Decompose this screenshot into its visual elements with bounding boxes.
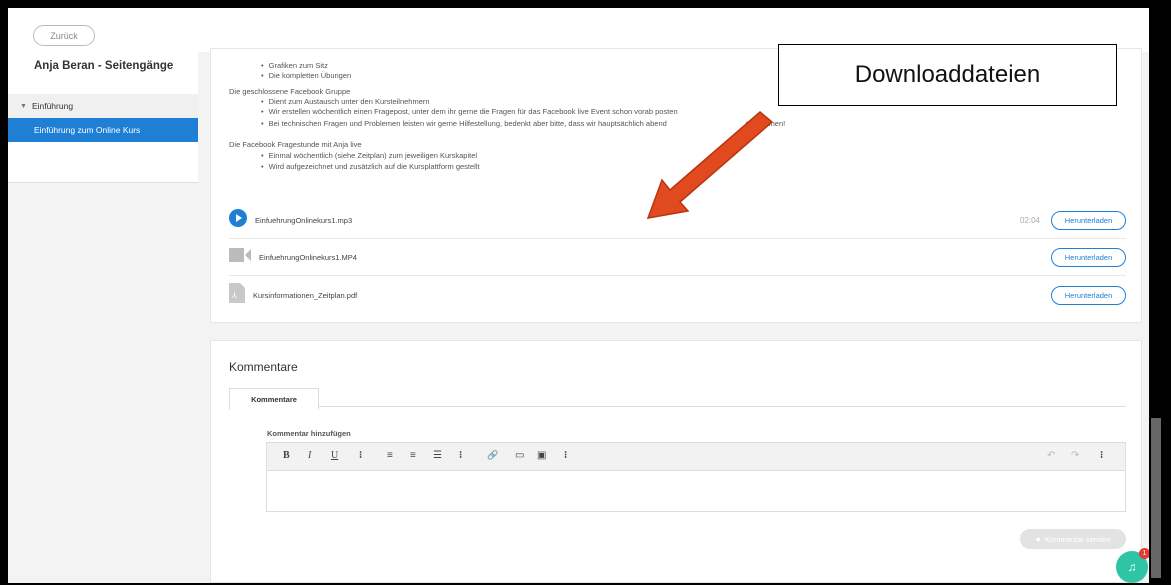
add-comment-label: Kommentar hinzufügen bbox=[267, 429, 351, 438]
scrollbar-thumb[interactable] bbox=[1151, 418, 1161, 578]
file-name: Kursinformationen_Zeitplan.pdf bbox=[253, 290, 358, 300]
list-item: Dient zum Austausch unter den Kursteilne… bbox=[261, 97, 430, 106]
svg-text:⅄: ⅄ bbox=[231, 291, 237, 300]
file-name: EinfuehrungOnlinekurs1.MP4 bbox=[259, 253, 357, 262]
comment-editor[interactable]: B I U ⁝ ≡ ≡ ☰ ⁝ 🔗 ▭ ▣ ⁝ ↶ ↷ ⁝ bbox=[266, 442, 1126, 512]
more-icon[interactable]: ⁝ bbox=[459, 450, 462, 461]
send-comment-label: Kommentar senden bbox=[1044, 534, 1111, 544]
comments-card: Kommentare Kommentare Kommentar hinzufüg… bbox=[210, 340, 1142, 583]
group-heading: Die geschlossene Facebook Gruppe bbox=[229, 87, 351, 96]
audio-play-icon[interactable] bbox=[229, 209, 247, 232]
align-left-icon[interactable]: ≡ bbox=[387, 450, 393, 461]
underline-icon[interactable]: U bbox=[331, 450, 338, 461]
list-item: Bei technischen Fragen und Problemen lei… bbox=[261, 119, 667, 128]
image-icon[interactable]: ▭ bbox=[515, 450, 524, 461]
bell-icon: ♫ bbox=[1127, 560, 1137, 574]
undo-icon[interactable]: ↶ bbox=[1047, 450, 1055, 461]
more-icon[interactable]: ⁝ bbox=[1100, 450, 1103, 461]
align-center-icon[interactable]: ≡ bbox=[410, 450, 416, 461]
bold-icon[interactable]: B bbox=[283, 450, 290, 461]
send-comment-button[interactable]: ● Kommentar senden bbox=[1020, 529, 1126, 549]
file-row: ⅄ Kursinformationen_Zeitplan.pdf Herunte… bbox=[229, 277, 1126, 313]
download-button[interactable]: Herunterladen bbox=[1051, 285, 1126, 305]
list-item: Die kompletten Übungen bbox=[261, 71, 352, 80]
more-icon[interactable]: ⁝ bbox=[359, 450, 362, 461]
sidebar-item-lesson[interactable]: Einführung zum Online Kurs bbox=[8, 118, 198, 142]
sidebar-section-label: Einführung bbox=[31, 101, 74, 111]
italic-icon[interactable]: I bbox=[308, 450, 311, 461]
pdf-icon: ⅄ bbox=[229, 282, 245, 308]
video-icon bbox=[229, 247, 251, 268]
camera-icon[interactable]: ▣ bbox=[537, 450, 546, 461]
live-heading: Die Facebook Fragestunde mit Anja live bbox=[229, 140, 362, 149]
course-title: Anja Beran - Seitengänge bbox=[34, 60, 174, 72]
app-frame: Zurück Anja Beran - Seitengänge ▼ Einfüh… bbox=[8, 8, 1157, 583]
list-item-continued: ten können! bbox=[746, 119, 786, 128]
sidebar-section-einfuehrung[interactable]: ▼ Einführung bbox=[8, 94, 198, 118]
file-name: EinfuehrungOnlinekurs1.mp3 bbox=[255, 216, 353, 225]
file-row: EinfuehrungOnlinekurs1.mp3 02:04 Herunte… bbox=[229, 203, 1126, 239]
more-icon[interactable]: ⁝ bbox=[564, 450, 567, 461]
list-item: Einmal wöchentlich (siehe Zeitplan) zum … bbox=[261, 151, 477, 160]
redo-icon[interactable]: ↷ bbox=[1071, 450, 1079, 461]
sidebar: Zurück Anja Beran - Seitengänge ▼ Einfüh… bbox=[8, 8, 198, 183]
list-item: Wird aufgezeichnet und zusätzlich auf di… bbox=[261, 162, 480, 171]
tab-comments[interactable]: Kommentare bbox=[229, 388, 319, 410]
list-item: Wir erstellen wöchentlich einen Fragepos… bbox=[261, 107, 678, 116]
list-icon[interactable]: ☰ bbox=[433, 450, 442, 461]
file-row: EinfuehrungOnlinekurs1.MP4 Herunterladen bbox=[229, 240, 1126, 276]
list-item: Grafiken zum Sitz bbox=[261, 61, 328, 70]
download-button[interactable]: Herunterladen bbox=[1051, 248, 1126, 267]
scrollbar[interactable] bbox=[1149, 0, 1163, 585]
comment-icon: ● bbox=[1035, 534, 1041, 544]
download-button[interactable]: Herunterladen bbox=[1051, 211, 1126, 230]
tab-divider bbox=[229, 406, 1126, 407]
annotation-label: Downloaddateien bbox=[778, 44, 1117, 106]
back-button[interactable]: Zurück bbox=[33, 25, 95, 46]
editor-toolbar: B I U ⁝ ≡ ≡ ☰ ⁝ 🔗 ▭ ▣ ⁝ ↶ ↷ ⁝ bbox=[267, 443, 1125, 471]
link-icon[interactable]: 🔗 bbox=[487, 450, 498, 461]
file-duration: 02:04 bbox=[1019, 216, 1040, 225]
comments-title: Kommentare bbox=[229, 360, 298, 374]
collapse-triangle-icon: ▼ bbox=[20, 102, 27, 110]
